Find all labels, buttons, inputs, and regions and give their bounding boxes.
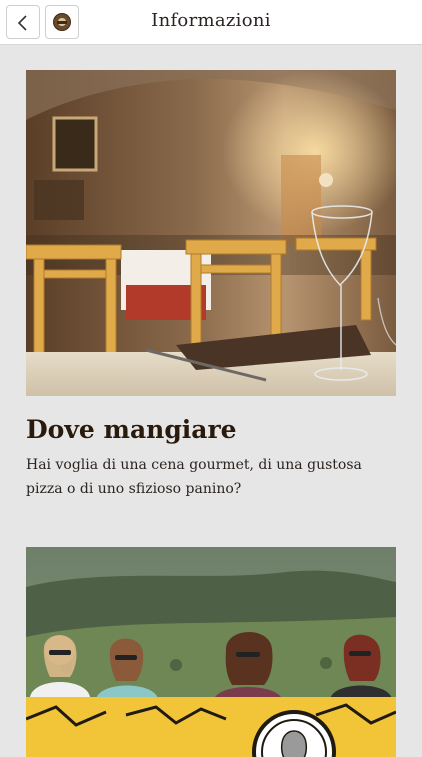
- landscape-illustration: [26, 547, 396, 757]
- restaurant-illustration: [26, 70, 396, 396]
- group-of-people-landscape-photo: [26, 547, 396, 757]
- info-card-dove-mangiare[interactable]: Dove mangiare Hai voglia di una cena gou…: [26, 70, 396, 501]
- restaurant-interior-photo: [26, 70, 396, 396]
- info-card-2[interactable]: [26, 547, 396, 757]
- card-title: Dove mangiare: [26, 415, 237, 444]
- card-description: Hai voglia di una cena gourmet, di una g…: [26, 457, 362, 497]
- page-title: Informazioni: [151, 10, 271, 31]
- top-bar: Informazioni: [0, 0, 422, 45]
